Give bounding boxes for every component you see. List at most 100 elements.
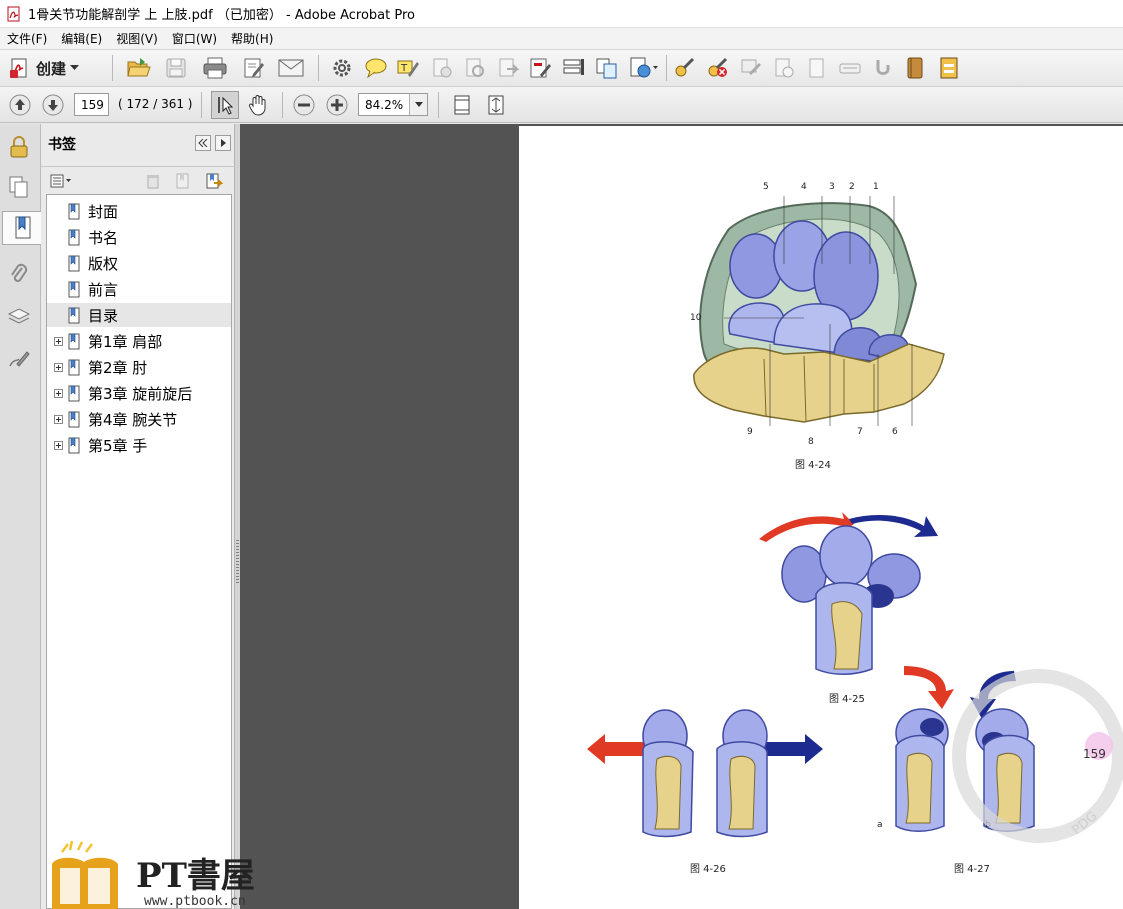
bookmark-item[interactable]: 第3章 旋前旋后 bbox=[47, 381, 231, 405]
bookmark-options-button[interactable] bbox=[49, 171, 75, 191]
page-count: ( 172 / 361 ) bbox=[118, 97, 193, 111]
page-rotate-icon bbox=[466, 58, 484, 77]
security-pane-button[interactable] bbox=[4, 130, 34, 164]
collapse-panel-button[interactable] bbox=[195, 135, 211, 151]
expand-toggle-icon[interactable] bbox=[54, 362, 63, 372]
blank-page-button[interactable] bbox=[803, 54, 831, 82]
toolbar-divider bbox=[666, 55, 667, 81]
action-button[interactable] bbox=[869, 54, 897, 82]
page-number-input[interactable]: 159 bbox=[74, 93, 109, 116]
export-button[interactable] bbox=[627, 54, 661, 82]
gear-icon bbox=[333, 59, 351, 77]
form-edit-button[interactable] bbox=[526, 54, 554, 82]
delete-bookmark-button[interactable] bbox=[143, 171, 163, 191]
zoom-in-button[interactable] bbox=[324, 92, 350, 118]
page-extract-icon bbox=[499, 58, 519, 77]
panel-options-button[interactable] bbox=[215, 135, 231, 151]
open-button[interactable] bbox=[124, 54, 154, 82]
hand-icon bbox=[248, 95, 266, 116]
expand-bookmark-button[interactable] bbox=[204, 171, 224, 191]
combine-files-button[interactable] bbox=[593, 54, 621, 82]
speech-bubble-icon bbox=[365, 58, 387, 79]
figure-label-5: 5 bbox=[763, 182, 769, 192]
settings-button[interactable] bbox=[328, 54, 356, 82]
figure-label-6: 6 bbox=[892, 427, 898, 437]
form-edit-icon bbox=[530, 58, 551, 78]
figure-4-26-wrist-deviation bbox=[587, 709, 823, 838]
full-screen-button[interactable] bbox=[483, 92, 509, 118]
fit-page-button[interactable] bbox=[449, 92, 475, 118]
bookmark-item[interactable]: 第5章 手 bbox=[47, 433, 231, 457]
bookmark-label: 封面 bbox=[88, 202, 119, 221]
attachments-pane-button[interactable] bbox=[4, 257, 34, 291]
figure-4-25-wrist-rotation bbox=[759, 512, 938, 675]
menu-view[interactable]: 视图(V) bbox=[109, 28, 165, 50]
document-properties-button[interactable] bbox=[935, 54, 963, 82]
save-button[interactable] bbox=[162, 54, 190, 82]
select-tool-button[interactable] bbox=[211, 91, 239, 119]
remove-security-button[interactable] bbox=[704, 54, 732, 82]
extract-pages-button[interactable] bbox=[494, 54, 522, 82]
bookmark-item[interactable]: 前言 bbox=[47, 277, 231, 301]
scanner-button[interactable] bbox=[836, 54, 864, 82]
previous-page-button[interactable] bbox=[7, 92, 33, 118]
bookmark-item[interactable]: 第2章 肘 bbox=[47, 355, 231, 379]
trash-icon bbox=[147, 175, 159, 189]
menu-edit[interactable]: 编辑(E) bbox=[54, 28, 109, 50]
bookmarks-pane-button[interactable] bbox=[2, 211, 42, 245]
figure-label-2: 2 bbox=[849, 182, 855, 192]
bookmark-icon bbox=[68, 203, 80, 219]
expand-toggle-icon[interactable] bbox=[54, 336, 63, 346]
splitter-grip[interactable] bbox=[236, 540, 239, 584]
highlight-text-button[interactable]: T bbox=[394, 54, 422, 82]
secure-button[interactable] bbox=[671, 54, 699, 82]
layers-pane-button[interactable] bbox=[4, 300, 34, 334]
print-button[interactable] bbox=[200, 54, 230, 82]
bookmarks-header: 书签 bbox=[41, 124, 235, 164]
menu-help[interactable]: 帮助(H) bbox=[224, 28, 280, 50]
figure-caption-4-26: 图 4-26 bbox=[690, 864, 726, 875]
bookmark-item[interactable]: 目录 bbox=[47, 303, 231, 327]
next-page-button[interactable] bbox=[40, 92, 66, 118]
expand-toggle-icon[interactable] bbox=[54, 414, 63, 424]
zoom-out-button[interactable] bbox=[291, 92, 317, 118]
page-thumbnails-button[interactable] bbox=[4, 170, 34, 204]
menu-window[interactable]: 窗口(W) bbox=[165, 28, 224, 50]
notebook-icon bbox=[907, 57, 923, 79]
create-button[interactable]: 创建 bbox=[8, 55, 80, 81]
bookmark-item[interactable]: 封面 bbox=[47, 199, 231, 223]
delete-pages-button[interactable] bbox=[428, 54, 456, 82]
bookmark-label: 第3章 旋前旋后 bbox=[88, 384, 193, 403]
document-edit-icon bbox=[244, 58, 264, 78]
new-bookmark-button[interactable] bbox=[173, 171, 193, 191]
hand-tool-button[interactable] bbox=[244, 91, 272, 119]
zoom-level-select[interactable]: 84.2% bbox=[358, 93, 428, 116]
bookmark-item[interactable]: 第4章 腕关节 bbox=[47, 407, 231, 431]
toolbar-divider bbox=[438, 92, 439, 118]
ptbook-watermark: PT書屋 www.ptbook.cn bbox=[46, 838, 296, 909]
layers-icon bbox=[7, 308, 31, 324]
bookmark-label: 书名 bbox=[88, 228, 119, 247]
email-button[interactable] bbox=[276, 54, 306, 82]
bookmark-item[interactable]: 第1章 肩部 bbox=[47, 329, 231, 353]
menu-file[interactable]: 文件(F) bbox=[0, 28, 54, 50]
bookmark-item[interactable]: 书名 bbox=[47, 225, 231, 249]
signatures-pane-button[interactable] bbox=[4, 342, 34, 376]
bookmark-item[interactable]: 版权 bbox=[47, 251, 231, 275]
page-info-button[interactable] bbox=[770, 54, 798, 82]
edit-document-button[interactable] bbox=[240, 54, 268, 82]
window-title: 1骨关节功能解剖学 上 上肢.pdf （已加密） - Adobe Acrobat… bbox=[28, 8, 415, 23]
bookmark-label: 第1章 肩部 bbox=[88, 332, 163, 351]
zoom-dropdown-button[interactable] bbox=[409, 94, 427, 115]
sign-button[interactable] bbox=[737, 54, 765, 82]
figure-label-4: 4 bbox=[801, 182, 807, 192]
expand-toggle-icon[interactable] bbox=[54, 440, 63, 450]
comment-button[interactable] bbox=[362, 54, 390, 82]
form-fields-button[interactable] bbox=[560, 54, 588, 82]
expand-toggle-icon[interactable] bbox=[54, 388, 63, 398]
rotate-pages-button[interactable] bbox=[461, 54, 489, 82]
open-folder-icon bbox=[127, 58, 151, 77]
options-menu-icon bbox=[50, 174, 71, 188]
bookmark-label: 版权 bbox=[88, 254, 119, 273]
notebook-button[interactable] bbox=[902, 54, 928, 82]
